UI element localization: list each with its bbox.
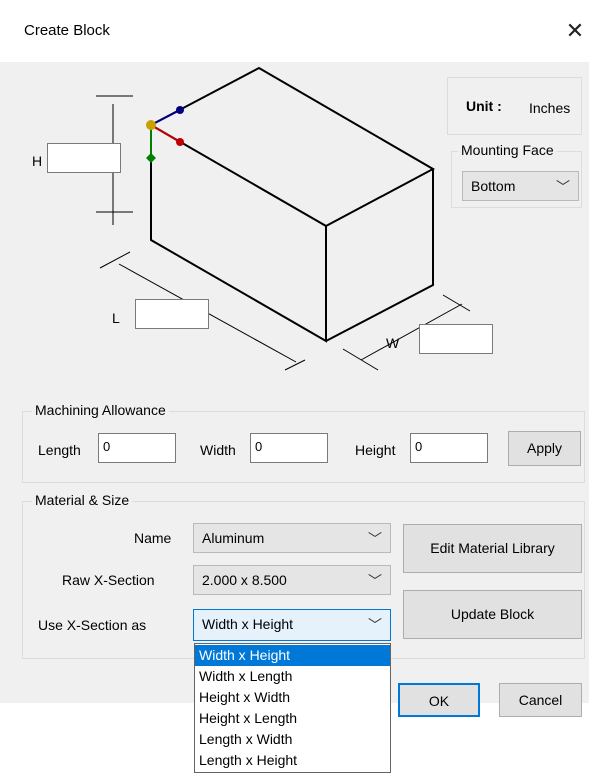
material-name-label: Name bbox=[134, 530, 172, 546]
machining-allowance-title: Machining Allowance bbox=[32, 402, 169, 418]
material-size-title: Material & Size bbox=[32, 492, 133, 508]
dropdown-option[interactable]: Width x Length bbox=[195, 666, 390, 687]
use-x-section-label: Use X-Section as bbox=[38, 617, 147, 633]
axis-gizmo-icon bbox=[146, 106, 184, 163]
h-label: H bbox=[32, 153, 43, 169]
close-icon[interactable]: ✕ bbox=[562, 12, 588, 50]
dropdown-option[interactable]: Length x Height bbox=[195, 750, 390, 771]
apply-button[interactable]: Apply bbox=[508, 431, 581, 466]
update-block-button[interactable]: Update Block bbox=[403, 590, 582, 639]
dropdown-option[interactable]: Height x Width bbox=[195, 687, 390, 708]
create-block-dialog: Create Block ✕ H L W Unit: Inches Mount… bbox=[0, 0, 589, 717]
unit-value: Inches bbox=[529, 100, 571, 116]
machining-height-label: Height bbox=[355, 442, 396, 458]
material-name-select[interactable]: Aluminum ﹀ bbox=[193, 523, 391, 553]
material-name-value: Aluminum bbox=[202, 530, 265, 546]
unit-label: Unit : bbox=[466, 98, 502, 114]
x-section-dropdown-list: Width x Height Width x Length Height x W… bbox=[194, 643, 391, 773]
machining-width-label: Width bbox=[200, 442, 236, 458]
machining-length-label: Length bbox=[38, 442, 81, 458]
unit-panel: Unit : Inches bbox=[447, 77, 582, 135]
height-dimension-input[interactable] bbox=[47, 143, 121, 173]
raw-x-section-select[interactable]: 2.000 x 8.500 ﹀ bbox=[193, 565, 391, 595]
window-title: Create Block bbox=[24, 22, 110, 39]
ok-button[interactable]: OK bbox=[398, 683, 480, 717]
mounting-face-title: Mounting Face bbox=[458, 142, 557, 158]
edit-material-library-button[interactable]: Edit Material Library bbox=[403, 524, 582, 573]
use-x-section-value: Width x Height bbox=[202, 616, 294, 632]
raw-x-section-value: 2.000 x 8.500 bbox=[202, 572, 287, 588]
chevron-down-icon: ﹀ bbox=[368, 617, 382, 633]
length-dimension-input[interactable] bbox=[135, 299, 209, 329]
title-bar: Create Block ✕ bbox=[0, 0, 589, 62]
mounting-face-value: Bottom bbox=[471, 178, 516, 194]
raw-x-section-label: Raw X-Section bbox=[62, 572, 155, 588]
dropdown-option[interactable]: Height x Length bbox=[195, 708, 390, 729]
chevron-down-icon: ﹀ bbox=[368, 531, 382, 547]
use-x-section-select[interactable]: Width x Height ﹀ bbox=[193, 609, 391, 641]
dropdown-option[interactable]: Width x Height bbox=[195, 645, 390, 666]
mounting-face-select[interactable]: Bottom ﹀ bbox=[462, 171, 579, 201]
cancel-button[interactable]: Cancel bbox=[499, 683, 582, 717]
l-label: L bbox=[112, 310, 120, 326]
dropdown-option[interactable]: Length x Width bbox=[195, 729, 390, 750]
width-dimension-input[interactable] bbox=[419, 324, 493, 354]
w-label: W bbox=[386, 335, 400, 351]
machining-width-input[interactable]: 0 bbox=[250, 433, 328, 463]
chevron-down-icon: ﹀ bbox=[368, 573, 382, 589]
machining-length-input[interactable]: 0 bbox=[98, 433, 176, 463]
machining-height-input[interactable]: 0 bbox=[410, 433, 488, 463]
chevron-down-icon: ﹀ bbox=[556, 179, 570, 195]
